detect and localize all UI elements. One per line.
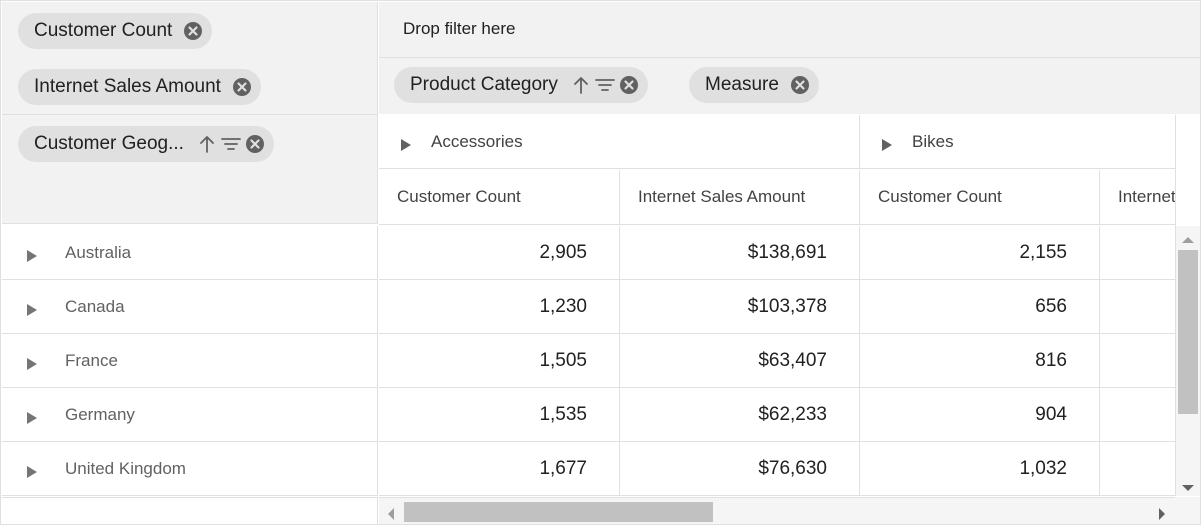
scrollbar-corner — [1175, 497, 1200, 524]
horizontal-scroll-thumb[interactable] — [404, 502, 713, 522]
row-header-canada[interactable]: Canada — [2, 280, 378, 334]
column-pill-product-category[interactable]: Product Category — [394, 67, 648, 103]
scroll-down-arrow-icon[interactable] — [1182, 480, 1194, 491]
close-circle-icon[interactable] — [789, 74, 811, 96]
value-cell[interactable]: 2,155 — [860, 226, 1100, 280]
filter-icon[interactable] — [594, 74, 616, 96]
row-header-label: France — [65, 350, 118, 370]
row-header-united-kingdom[interactable]: United Kingdom — [2, 442, 378, 496]
expand-triangle-icon[interactable] — [401, 136, 411, 151]
measure-header-customer-count[interactable]: Customer Count — [860, 170, 1100, 224]
values-pill-customer-count[interactable]: Customer Count — [18, 13, 213, 49]
value-cell[interactable]: 656 — [860, 280, 1100, 334]
close-circle-icon[interactable] — [618, 74, 640, 96]
values-axis: Customer Count Internet Sales Amount — [2, 2, 378, 114]
column-header-accessories[interactable]: Accessories — [379, 115, 860, 168]
vertical-scroll-thumb[interactable] — [1178, 250, 1198, 414]
column-header-bikes[interactable]: Bikes — [860, 115, 1175, 168]
arrow-up-icon[interactable] — [570, 74, 592, 96]
value-cell[interactable]: 1,505 — [379, 334, 620, 388]
pill-label: Measure — [705, 74, 779, 95]
value-cell[interactable]: $76,630 — [620, 442, 860, 496]
row-header-footer — [2, 497, 378, 524]
measure-header-customer-count[interactable]: Customer Count — [379, 170, 620, 224]
value-cell[interactable]: 904 — [860, 388, 1100, 442]
measure-header-internet-sales-amount[interactable]: Internet Sales Amount — [620, 170, 860, 224]
column-pill-measure[interactable]: Measure — [689, 67, 819, 103]
value-cell[interactable]: 1,032 — [860, 442, 1100, 496]
value-cell[interactable]: $138,691 — [620, 226, 860, 280]
value-cell[interactable] — [1100, 334, 1175, 388]
close-circle-icon[interactable] — [244, 133, 266, 155]
measure-header-label: Internet Sales Amount — [638, 187, 806, 206]
column-header-label: Accessories — [431, 131, 523, 151]
pill-label: Product Category — [410, 74, 558, 95]
column-header-categories: Accessories Bikes — [379, 115, 1175, 169]
expand-triangle-icon[interactable] — [27, 301, 37, 316]
filter-axis-dropzone[interactable]: Drop filter here — [379, 2, 1200, 58]
value-cell[interactable]: 1,677 — [379, 442, 620, 496]
arrow-up-icon[interactable] — [196, 133, 218, 155]
measure-header-label: Customer Count — [878, 187, 1002, 206]
value-cell[interactable]: $63,407 — [620, 334, 860, 388]
value-cell[interactable]: 1,535 — [379, 388, 620, 442]
scroll-left-arrow-icon[interactable] — [386, 507, 396, 520]
row-pill-customer-geography[interactable]: Customer Geog... — [18, 126, 274, 162]
expand-triangle-icon[interactable] — [27, 409, 37, 424]
value-cell[interactable] — [1100, 226, 1175, 280]
expand-triangle-icon[interactable] — [882, 136, 892, 151]
row-header-label: Australia — [65, 242, 132, 262]
value-cell[interactable]: 1,230 — [379, 280, 620, 334]
value-cell[interactable] — [1100, 388, 1175, 442]
value-cell[interactable]: $62,233 — [620, 388, 860, 442]
column-axis: Product Category Measure — [379, 58, 1200, 114]
close-circle-icon[interactable] — [182, 20, 204, 42]
filter-icon[interactable] — [220, 133, 242, 155]
scroll-up-arrow-icon[interactable] — [1182, 232, 1194, 243]
value-cell[interactable]: 2,905 — [379, 226, 620, 280]
vertical-scrollbar[interactable] — [1175, 226, 1200, 496]
pivot-table: Customer Count Internet Sales Amount Dro… — [0, 0, 1201, 525]
close-circle-icon[interactable] — [231, 76, 253, 98]
row-axis: Customer Geog... — [2, 114, 378, 224]
measure-header-internet-sales-amount[interactable]: Internet Sales Amount — [1100, 170, 1175, 224]
row-header-germany[interactable]: Germany — [2, 388, 378, 442]
drop-filter-text: Drop filter here — [403, 19, 516, 38]
expand-triangle-icon[interactable] — [27, 355, 37, 370]
row-header-australia[interactable]: Australia — [2, 226, 378, 280]
measure-header-label: Internet Sales Amount — [1118, 187, 1175, 206]
pill-label: Internet Sales Amount — [34, 76, 221, 97]
values-pill-internet-sales-amount[interactable]: Internet Sales Amount — [18, 69, 261, 105]
column-header-label: Bikes — [912, 131, 954, 151]
row-header-label: Germany — [65, 404, 135, 424]
column-header-measures: Customer Count Internet Sales Amount Cus… — [379, 170, 1175, 225]
pill-label: Customer Count — [34, 20, 173, 41]
expand-triangle-icon[interactable] — [27, 463, 37, 478]
pill-label: Customer Geog... — [34, 133, 184, 154]
value-cell[interactable] — [1100, 280, 1175, 334]
value-cell[interactable]: $103,378 — [620, 280, 860, 334]
scroll-right-arrow-icon[interactable] — [1157, 507, 1167, 520]
row-header-label: United Kingdom — [65, 458, 186, 478]
header-corner — [1175, 115, 1200, 226]
row-header-label: Canada — [65, 296, 125, 316]
value-cell[interactable] — [1100, 442, 1175, 496]
horizontal-scrollbar[interactable] — [379, 497, 1175, 524]
expand-triangle-icon[interactable] — [27, 247, 37, 262]
value-cell[interactable]: 816 — [860, 334, 1100, 388]
row-header-france[interactable]: France — [2, 334, 378, 388]
measure-header-label: Customer Count — [397, 187, 521, 206]
